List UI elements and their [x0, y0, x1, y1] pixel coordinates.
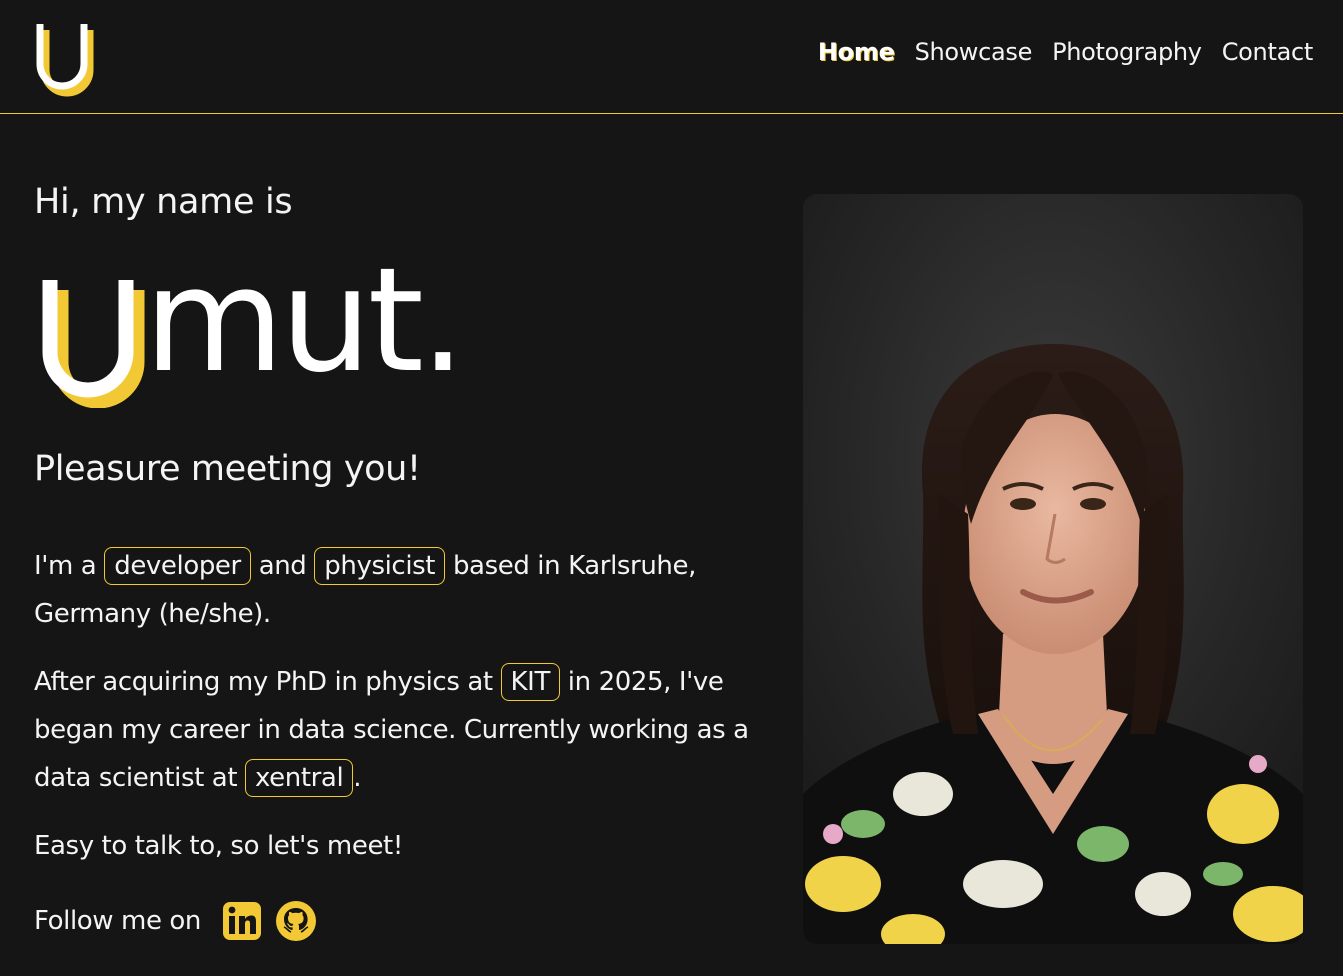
nav-home[interactable]: Home	[818, 38, 895, 66]
nav-contact[interactable]: Contact	[1222, 38, 1314, 66]
github-icon[interactable]	[275, 900, 317, 942]
career-text-3: .	[353, 763, 362, 793]
xentral-chip[interactable]: xentral	[244, 759, 354, 797]
main-nav: Home Showcase Photography Contact	[818, 38, 1313, 66]
follow-label: Follow me on	[34, 906, 201, 936]
developer-chip[interactable]: developer	[104, 547, 251, 585]
hero-name: mut.	[36, 248, 496, 416]
logo-u-icon[interactable]	[26, 18, 98, 100]
greeting-text: Hi, my name is	[34, 182, 293, 222]
hero-name-rest: mut.	[144, 236, 466, 404]
linkedin-icon[interactable]	[221, 900, 263, 942]
intro-paragraph: I'm a developer and physicist based in K…	[34, 542, 764, 638]
portrait-image	[803, 194, 1303, 944]
social-follow: Follow me on	[34, 900, 329, 942]
site-header: Home Showcase Photography Contact	[0, 0, 1343, 114]
kit-chip[interactable]: KIT	[500, 663, 560, 701]
intro-text-2: and	[250, 551, 315, 581]
closing-paragraph: Easy to talk to, so let's meet!	[34, 831, 403, 861]
career-text-1: After acquiring my PhD in physics at	[34, 667, 501, 697]
nav-showcase[interactable]: Showcase	[915, 38, 1033, 66]
intro-text-1: I'm a	[34, 551, 105, 581]
portrait-photo	[803, 194, 1303, 944]
tagline-text: Pleasure meeting you!	[34, 449, 421, 489]
nav-photography[interactable]: Photography	[1052, 38, 1202, 66]
physicist-chip[interactable]: physicist	[314, 547, 446, 585]
career-paragraph: After acquiring my PhD in physics at KIT…	[34, 658, 764, 802]
big-u-letter-icon	[42, 280, 145, 408]
